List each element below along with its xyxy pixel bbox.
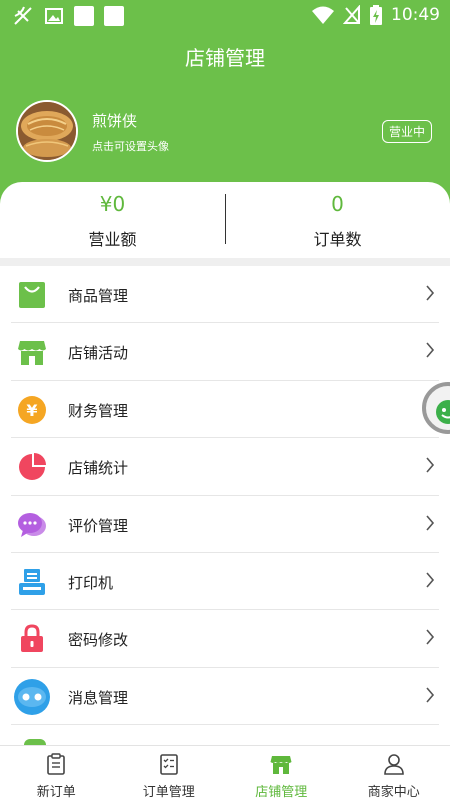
battery-icon bbox=[370, 5, 382, 25]
tab-order-management[interactable]: 订单管理 bbox=[113, 746, 226, 800]
no-signal-icon bbox=[343, 5, 360, 24]
app-notification-icon bbox=[14, 6, 32, 25]
chevron-right-icon bbox=[426, 629, 435, 645]
revenue-value: ¥0 bbox=[99, 192, 126, 216]
menu-item-label: 财务管理 bbox=[68, 401, 129, 420]
shopping-bag-icon bbox=[19, 282, 45, 308]
menu-item-printer[interactable]: 打印机 bbox=[11, 553, 439, 611]
menu-item-label: 密码修改 bbox=[68, 631, 129, 650]
clock: 10:49 bbox=[391, 5, 440, 25]
bottom-tab-bar: 新订单 订单管理 店铺管理 商家中心 bbox=[0, 745, 450, 800]
order-count-stat[interactable]: 0 订单数 bbox=[225, 192, 450, 250]
chevron-right-icon bbox=[426, 515, 435, 531]
stats-card: ¥0 营业额 0 订单数 bbox=[0, 182, 450, 258]
tab-merchant-center[interactable]: 商家中心 bbox=[338, 746, 450, 800]
message-icon bbox=[14, 678, 50, 715]
store-icon bbox=[270, 756, 292, 774]
shop-name: 煎饼侠 bbox=[92, 112, 138, 130]
tab-store-management[interactable]: 店铺管理 bbox=[225, 746, 338, 800]
revenue-stat[interactable]: ¥0 营业额 bbox=[0, 192, 225, 250]
floating-assistant-button[interactable] bbox=[420, 380, 450, 436]
avatar-hint[interactable]: 点击可设置头像 bbox=[92, 138, 169, 154]
chevron-right-icon bbox=[426, 457, 435, 473]
menu-item-finance-management[interactable]: ¥ 财务管理 bbox=[11, 381, 439, 439]
status-bar: 10:49 bbox=[0, 0, 450, 32]
chevron-right-icon bbox=[426, 687, 435, 703]
order-count-label: 订单数 bbox=[313, 230, 362, 249]
avatar[interactable] bbox=[16, 100, 78, 162]
menu-item-product-management[interactable]: 商品管理 bbox=[11, 266, 439, 324]
image-icon bbox=[45, 8, 63, 24]
menu-item-label: 店铺活动 bbox=[68, 344, 129, 363]
user-icon bbox=[383, 754, 404, 775]
chevron-right-icon bbox=[426, 342, 435, 358]
tab-new-orders[interactable]: 新订单 bbox=[0, 746, 113, 800]
tab-label: 订单管理 bbox=[142, 785, 195, 800]
printer-icon bbox=[19, 568, 45, 595]
tab-label: 店铺管理 bbox=[255, 785, 308, 800]
menu-item-label: 店铺统计 bbox=[68, 459, 129, 478]
revenue-label: 营业额 bbox=[88, 230, 137, 249]
section-separator bbox=[0, 258, 450, 266]
shop-avatar-image bbox=[18, 102, 76, 160]
notification-icons bbox=[12, 5, 124, 27]
chat-bubble-icon bbox=[18, 512, 46, 537]
menu-item-label: 消息管理 bbox=[68, 688, 129, 707]
menu-item-review-management[interactable]: 评价管理 bbox=[11, 496, 439, 553]
chevron-right-icon bbox=[426, 572, 435, 588]
tab-label: 新订单 bbox=[36, 785, 76, 800]
order-count-value: 0 bbox=[331, 192, 344, 216]
shop-profile: 煎饼侠 点击可设置头像 营业中 bbox=[16, 100, 436, 164]
menu-item-store-activities[interactable]: 店铺活动 bbox=[11, 323, 439, 381]
store-icon bbox=[18, 341, 46, 366]
yuan-coin-icon: ¥ bbox=[18, 395, 46, 424]
notification-square-icon bbox=[104, 6, 124, 26]
menu-item-label: 评价管理 bbox=[68, 516, 129, 535]
menu-item-store-statistics[interactable]: 店铺统计 bbox=[11, 438, 439, 496]
menu-item-label: 打印机 bbox=[68, 573, 114, 592]
menu-list: 商品管理 店铺活动 ¥ 财务管理 店铺统计 评价管理 打印机 密码修改 消息管理 bbox=[0, 266, 450, 726]
checklist-icon bbox=[159, 754, 178, 775]
business-status-badge[interactable]: 营业中 bbox=[381, 120, 432, 143]
menu-item-label: 商品管理 bbox=[68, 287, 129, 305]
notification-square-icon bbox=[74, 6, 94, 26]
page-title: 店铺管理 bbox=[185, 46, 265, 70]
svg-text:¥: ¥ bbox=[26, 401, 37, 420]
lock-icon bbox=[21, 624, 43, 653]
wifi-icon bbox=[312, 6, 334, 24]
chevron-right-icon bbox=[426, 285, 435, 301]
menu-item-change-password[interactable]: 密码修改 bbox=[11, 610, 439, 668]
menu-item-message-management[interactable]: 消息管理 bbox=[11, 668, 439, 726]
pie-chart-icon bbox=[19, 453, 46, 481]
tab-label: 商家中心 bbox=[367, 785, 420, 800]
clipboard-icon bbox=[47, 753, 65, 775]
